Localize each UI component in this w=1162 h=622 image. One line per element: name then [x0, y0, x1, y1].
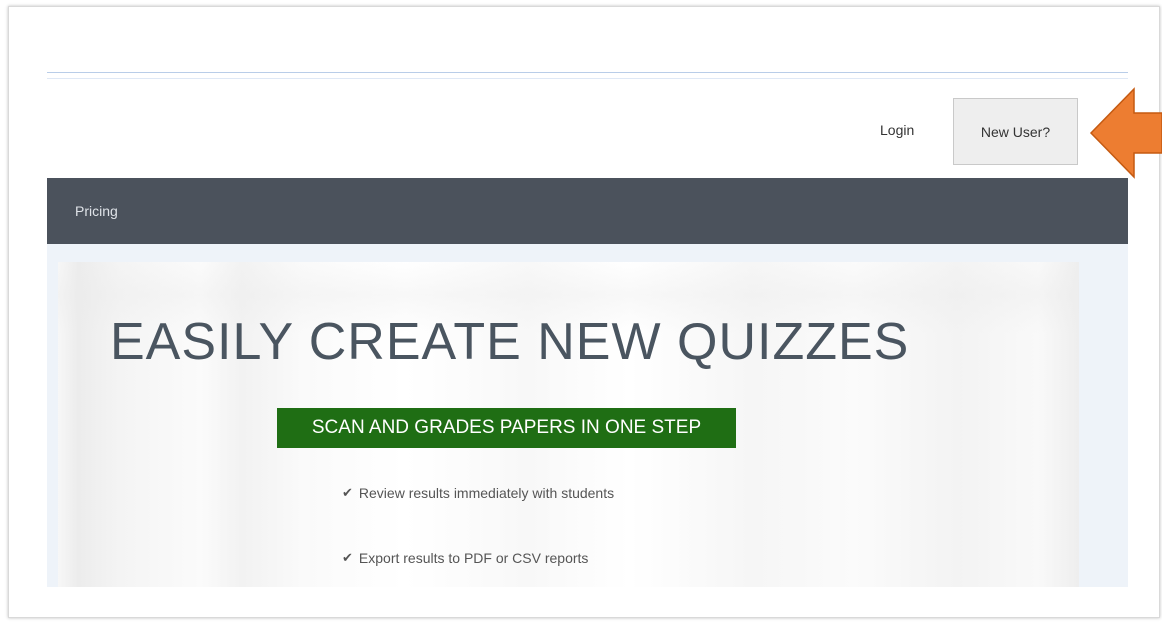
- check-icon: ✔: [342, 485, 353, 500]
- feature-item: ✔ Export results to PDF or CSV reports: [342, 550, 588, 566]
- nav-item-pricing[interactable]: Pricing: [75, 203, 118, 219]
- main-navbar: Pricing: [47, 178, 1128, 244]
- hero-badge: SCAN AND GRADES PAPERS IN ONE STEP: [277, 408, 736, 448]
- feature-item: ✔ Review results immediately with studen…: [342, 485, 614, 501]
- check-icon: ✔: [342, 550, 353, 565]
- hero-banner: EASILY CREATE NEW QUIZZES SCAN AND GRADE…: [58, 262, 1079, 587]
- login-link[interactable]: Login: [880, 122, 914, 138]
- header-divider: [47, 72, 1128, 73]
- hero-title: EASILY CREATE NEW QUIZZES: [110, 313, 910, 371]
- feature-text: Review results immediately with students: [358, 485, 615, 501]
- header-divider-secondary: [47, 78, 1128, 79]
- new-user-button[interactable]: New User?: [953, 98, 1078, 165]
- feature-text: Export results to PDF or CSV reports: [358, 550, 589, 566]
- callout-arrow-icon: [1089, 87, 1162, 179]
